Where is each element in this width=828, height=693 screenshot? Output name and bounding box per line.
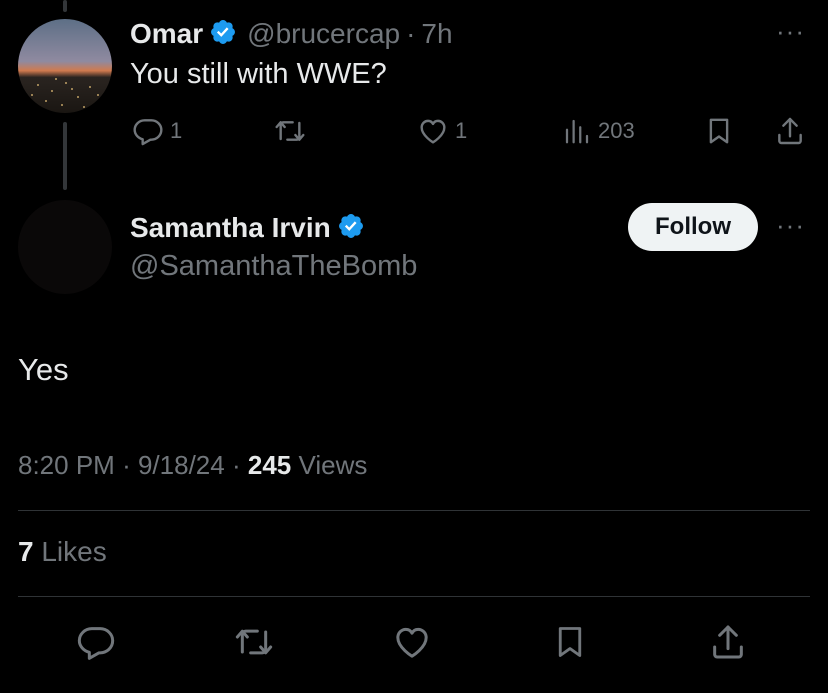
- reply-tweet-text: You still with WWE?: [130, 58, 387, 90]
- retweet-icon: [275, 121, 305, 141]
- reply-retweet-button[interactable]: [272, 115, 308, 147]
- avatar-samantha[interactable]: [18, 200, 112, 294]
- reply-count: 1: [170, 118, 183, 143]
- main-author-handle[interactable]: @SamanthaTheBomb: [130, 250, 417, 283]
- reply-tweet-header: Omar @brucercap · 7h: [130, 14, 453, 54]
- likes-label: Likes: [41, 536, 107, 567]
- reply-like-count: 1: [455, 118, 468, 143]
- verified-badge-icon: [209, 18, 237, 51]
- bookmark-button[interactable]: [548, 620, 592, 664]
- divider: [18, 510, 810, 511]
- city-skyline-avatar-image: [18, 19, 112, 113]
- main-more-button[interactable]: ···: [776, 210, 805, 241]
- follow-button[interactable]: Follow: [628, 203, 758, 251]
- reply-view-count: 203: [598, 118, 635, 143]
- meta-separator: ·: [231, 450, 241, 480]
- main-tweet-text: Yes: [18, 352, 69, 387]
- share-icon: [713, 625, 743, 659]
- views-count: 245: [247, 450, 292, 480]
- likes-count: 7: [18, 536, 34, 567]
- tweet-time[interactable]: 8:20 PM: [18, 450, 115, 480]
- reply-reply-button[interactable]: 1: [132, 115, 182, 147]
- reply-separator: ·: [406, 18, 416, 49]
- tweet-date[interactable]: 9/18/24: [138, 450, 225, 480]
- verified-badge-icon: [337, 212, 365, 245]
- divider: [18, 596, 810, 597]
- reply-more-button[interactable]: ···: [776, 16, 805, 47]
- main-author-name[interactable]: Samantha Irvin: [130, 212, 331, 244]
- heart-icon: [420, 119, 446, 144]
- reply-time[interactable]: 7h: [421, 18, 452, 50]
- bookmark-icon: [709, 118, 729, 144]
- reply-share-button[interactable]: [774, 114, 806, 148]
- reply-button[interactable]: [74, 620, 118, 664]
- like-button[interactable]: [390, 620, 434, 664]
- meta-separator: ·: [122, 450, 131, 480]
- reply-icon: [77, 627, 115, 660]
- bookmark-icon: [558, 627, 582, 657]
- heart-icon: [396, 627, 428, 658]
- thread-line: [63, 122, 67, 190]
- reply-icon: [133, 119, 163, 146]
- retweet-button[interactable]: [232, 620, 276, 664]
- share-button[interactable]: [706, 620, 750, 664]
- reply-author-handle[interactable]: @brucercap: [247, 18, 400, 50]
- thread-line-top: [63, 0, 67, 12]
- reply-author-name[interactable]: Omar: [130, 18, 203, 50]
- main-tweet-header: Samantha Irvin: [130, 208, 365, 248]
- retweet-icon: [235, 629, 273, 655]
- views-chart-icon: [565, 119, 589, 144]
- avatar-omar[interactable]: [18, 19, 112, 113]
- reply-views-button[interactable]: 203: [562, 115, 635, 147]
- tweet-metadata: 8:20 PM · 9/18/24 · 245 Views: [18, 450, 367, 481]
- reply-like-button[interactable]: 1: [417, 115, 467, 147]
- likes-summary[interactable]: 7 Likes: [18, 536, 107, 568]
- views-label: Views: [298, 450, 368, 480]
- reply-bookmark-button[interactable]: [704, 115, 734, 147]
- share-icon: [778, 117, 802, 145]
